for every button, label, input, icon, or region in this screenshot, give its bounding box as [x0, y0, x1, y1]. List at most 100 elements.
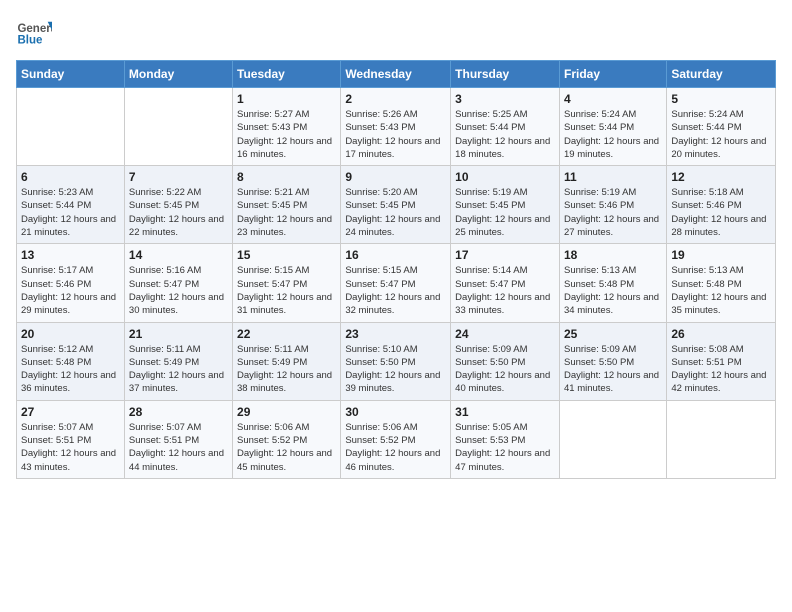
calendar-cell: 28Sunrise: 5:07 AM Sunset: 5:51 PM Dayli… [124, 400, 232, 478]
day-number: 14 [129, 248, 228, 262]
day-info: Sunrise: 5:23 AM Sunset: 5:44 PM Dayligh… [21, 186, 120, 239]
calendar-cell: 24 Sunrise: 5:09 AM Sunset: 5:50 PM Dayli… [451, 322, 560, 400]
calendar-cell: 21 Sunrise: 5:11 AM Sunset: 5:49 PM Dayli… [124, 322, 232, 400]
day-number: 11 [564, 170, 662, 184]
day-number: 22 [237, 327, 336, 341]
day-number: 27 [21, 405, 120, 419]
calendar-cell: 4 Sunrise: 5:24 AM Sunset: 5:44 PM Daylig… [559, 88, 666, 166]
svg-text:General: General [17, 23, 52, 35]
day-number: 28 [129, 405, 228, 419]
calendar-cell: 1 Sunrise: 5:27 AM Sunset: 5:43 PM Daylig… [233, 88, 341, 166]
day-info: Sunrise: 5:17 AM Sunset: 5:46 PM Dayligh… [21, 264, 120, 317]
calendar-cell: 13 Sunrise: 5:17 AM Sunset: 5:46 PM Dayli… [17, 244, 125, 322]
day-info: Sunrise: 5:11 AM Sunset: 5:49 PM Dayligh… [237, 343, 336, 396]
day-number: 8 [237, 170, 336, 184]
calendar-cell: 2 Sunrise: 5:26 AM Sunset: 5:43 PM Daylig… [341, 88, 451, 166]
day-number: 19 [671, 248, 771, 262]
day-info: Sunrise: 5:12 AM Sunset: 5:48 PM Dayligh… [21, 343, 120, 396]
day-info: Sunrise: 5:16 AM Sunset: 5:47 PM Dayligh… [129, 264, 228, 317]
weekday-header: Thursday [451, 61, 560, 88]
calendar-cell: 29 Sunrise: 5:06 AM Sunset: 5:52 PM Dayli… [233, 400, 341, 478]
calendar-cell: 18 Sunrise: 5:13 AM Sunset: 5:48 PM Dayli… [559, 244, 666, 322]
calendar-cell: 6 Sunrise: 5:23 AM Sunset: 5:44 PM Daylig… [17, 166, 125, 244]
day-info: Sunrise: 5:19 AM Sunset: 5:45 PM Dayligh… [455, 186, 555, 239]
day-info: Sunrise: 5:26 AM Sunset: 5:43 PM Dayligh… [345, 108, 446, 161]
day-info: Sunrise: 5:19 AM Sunset: 5:46 PM Dayligh… [564, 186, 662, 239]
day-number: 17 [455, 248, 555, 262]
weekday-header: Wednesday [341, 61, 451, 88]
calendar-cell: 10 Sunrise: 5:19 AM Sunset: 5:45 PM Dayli… [451, 166, 560, 244]
day-info: Sunrise: 5:06 AM Sunset: 5:52 PM Dayligh… [237, 421, 336, 474]
day-number: 6 [21, 170, 120, 184]
calendar-cell: 19 Sunrise: 5:13 AM Sunset: 5:48 PM Dayli… [667, 244, 776, 322]
day-number: 30 [345, 405, 446, 419]
calendar-cell: 31 Sunrise: 5:05 AM Sunset: 5:53 PM Dayli… [451, 400, 560, 478]
logo: General Blue [16, 16, 52, 52]
day-number: 13 [21, 248, 120, 262]
calendar-cell: 20 Sunrise: 5:12 AM Sunset: 5:48 PM Dayli… [17, 322, 125, 400]
weekday-header: Monday [124, 61, 232, 88]
weekday-header: Saturday [667, 61, 776, 88]
day-info: Sunrise: 5:07 AM Sunset: 5:51 PM Dayligh… [21, 421, 120, 474]
day-number: 15 [237, 248, 336, 262]
day-info: Sunrise: 5:25 AM Sunset: 5:44 PM Dayligh… [455, 108, 555, 161]
day-number: 2 [345, 92, 446, 106]
day-info: Sunrise: 5:11 AM Sunset: 5:49 PM Dayligh… [129, 343, 228, 396]
weekday-header: Friday [559, 61, 666, 88]
calendar-cell [559, 400, 666, 478]
calendar-cell: 15 Sunrise: 5:15 AM Sunset: 5:47 PM Dayli… [233, 244, 341, 322]
calendar-cell: 25Sunrise: 5:09 AM Sunset: 5:50 PM Dayli… [559, 322, 666, 400]
svg-text:Blue: Blue [17, 34, 43, 46]
page-header: General Blue [16, 16, 776, 52]
weekday-header: Sunday [17, 61, 125, 88]
calendar-cell [17, 88, 125, 166]
day-info: Sunrise: 5:18 AM Sunset: 5:46 PM Dayligh… [671, 186, 771, 239]
calendar-cell: 22 Sunrise: 5:11 AM Sunset: 5:49 PM Dayli… [233, 322, 341, 400]
day-number: 31 [455, 405, 555, 419]
day-number: 1 [237, 92, 336, 106]
calendar-table: SundayMondayTuesdayWednesdayThursdayFrid… [16, 60, 776, 479]
day-info: Sunrise: 5:20 AM Sunset: 5:45 PM Dayligh… [345, 186, 446, 239]
calendar-cell: 3 Sunrise: 5:25 AM Sunset: 5:44 PM Daylig… [451, 88, 560, 166]
calendar-cell: 14 Sunrise: 5:16 AM Sunset: 5:47 PM Dayli… [124, 244, 232, 322]
day-number: 7 [129, 170, 228, 184]
calendar-cell: 30 Sunrise: 5:06 AM Sunset: 5:52 PM Dayli… [341, 400, 451, 478]
day-info: Sunrise: 5:15 AM Sunset: 5:47 PM Dayligh… [345, 264, 446, 317]
day-info: Sunrise: 5:24 AM Sunset: 5:44 PM Dayligh… [671, 108, 771, 161]
calendar-cell: 26 Sunrise: 5:08 AM Sunset: 5:51 PM Dayli… [667, 322, 776, 400]
day-number: 20 [21, 327, 120, 341]
day-number: 24 [455, 327, 555, 341]
day-info: Sunrise: 5:08 AM Sunset: 5:51 PM Dayligh… [671, 343, 771, 396]
day-info: Sunrise: 5:22 AM Sunset: 5:45 PM Dayligh… [129, 186, 228, 239]
day-number: 29 [237, 405, 336, 419]
day-number: 10 [455, 170, 555, 184]
day-info: Sunrise: 5:06 AM Sunset: 5:52 PM Dayligh… [345, 421, 446, 474]
day-number: 18 [564, 248, 662, 262]
calendar-cell: 7 Sunrise: 5:22 AM Sunset: 5:45 PM Daylig… [124, 166, 232, 244]
calendar-cell: 17 Sunrise: 5:14 AM Sunset: 5:47 PM Dayli… [451, 244, 560, 322]
day-info: Sunrise: 5:14 AM Sunset: 5:47 PM Dayligh… [455, 264, 555, 317]
calendar-cell: 11 Sunrise: 5:19 AM Sunset: 5:46 PM Dayli… [559, 166, 666, 244]
day-number: 21 [129, 327, 228, 341]
calendar-cell: 12 Sunrise: 5:18 AM Sunset: 5:46 PM Dayli… [667, 166, 776, 244]
calendar-cell: 8Sunrise: 5:21 AM Sunset: 5:45 PM Daylig… [233, 166, 341, 244]
day-number: 26 [671, 327, 771, 341]
day-info: Sunrise: 5:13 AM Sunset: 5:48 PM Dayligh… [564, 264, 662, 317]
calendar-cell: 27 Sunrise: 5:07 AM Sunset: 5:51 PM Dayli… [17, 400, 125, 478]
day-info: Sunrise: 5:27 AM Sunset: 5:43 PM Dayligh… [237, 108, 336, 161]
day-number: 12 [671, 170, 771, 184]
day-number: 5 [671, 92, 771, 106]
day-info: Sunrise: 5:09 AM Sunset: 5:50 PM Dayligh… [455, 343, 555, 396]
day-number: 23 [345, 327, 446, 341]
day-number: 9 [345, 170, 446, 184]
day-info: Sunrise: 5:15 AM Sunset: 5:47 PM Dayligh… [237, 264, 336, 317]
calendar-cell [124, 88, 232, 166]
weekday-header: Tuesday [233, 61, 341, 88]
day-number: 4 [564, 92, 662, 106]
calendar-cell [667, 400, 776, 478]
day-info: Sunrise: 5:05 AM Sunset: 5:53 PM Dayligh… [455, 421, 555, 474]
day-info: Sunrise: 5:24 AM Sunset: 5:44 PM Dayligh… [564, 108, 662, 161]
calendar-cell: 5 Sunrise: 5:24 AM Sunset: 5:44 PM Daylig… [667, 88, 776, 166]
day-info: Sunrise: 5:13 AM Sunset: 5:48 PM Dayligh… [671, 264, 771, 317]
day-number: 3 [455, 92, 555, 106]
